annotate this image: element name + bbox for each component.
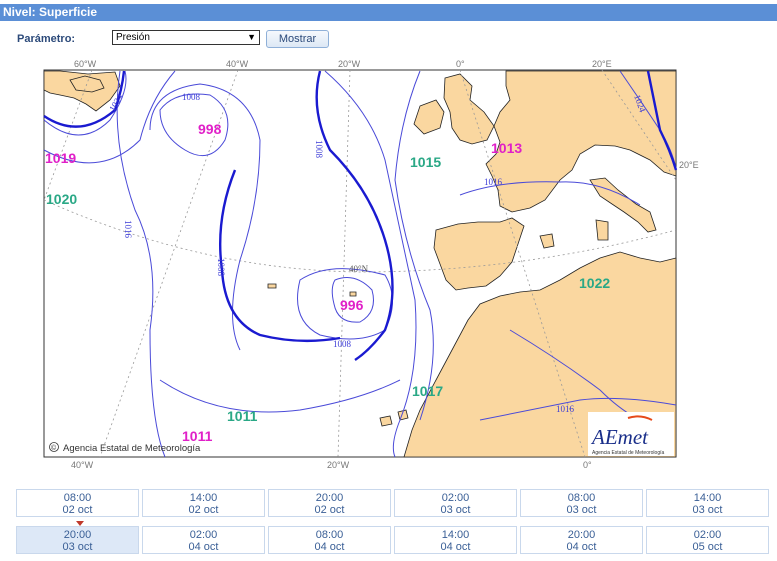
- parameter-label: Parámetro:: [17, 33, 76, 45]
- pressure-center: 1022: [579, 275, 610, 291]
- show-button[interactable]: Mostrar: [266, 30, 329, 48]
- time-cell[interactable]: 02:00 04 oct: [142, 526, 265, 554]
- lon-label: 0°: [583, 460, 592, 470]
- time-cell-date: 02 oct: [62, 504, 93, 516]
- parameter-select[interactable]: Presión ▼: [112, 30, 260, 45]
- time-cell-date: 02 oct: [314, 504, 345, 516]
- time-cell[interactable]: 20:00 04 oct: [520, 526, 643, 554]
- time-cell[interactable]: 08:00 04 oct: [268, 526, 391, 554]
- isobar-label: 1016: [556, 404, 575, 414]
- time-cell-date: 04 oct: [440, 541, 471, 553]
- time-cell-time: 08:00: [315, 529, 344, 541]
- lon-label: 20°W: [338, 59, 361, 69]
- selected-marker-icon: [76, 521, 84, 526]
- lon-label: 20°W: [327, 460, 350, 470]
- page: Nivel: Superficie Parámetro: Presión ▼ M…: [0, 0, 777, 561]
- time-cell-date: 05 oct: [692, 541, 723, 553]
- time-cell[interactable]: 14:00 03 oct: [646, 489, 769, 517]
- isobar-label: 1008: [182, 92, 201, 102]
- lon-label: 20°E: [592, 59, 612, 69]
- time-cell[interactable]: 14:00 04 oct: [394, 526, 517, 554]
- lat-label-right: 20°E: [679, 160, 699, 170]
- isobar-label: 1008: [314, 140, 324, 159]
- time-cell-date: 03 oct: [692, 504, 723, 516]
- lon-label: 60°W: [74, 59, 97, 69]
- time-cell-time: 08:00: [63, 492, 92, 504]
- time-cell[interactable]: 08:00 02 oct: [16, 489, 139, 517]
- time-cell-time: 14:00: [441, 529, 470, 541]
- isobar-label: 1008: [216, 258, 226, 277]
- pressure-map: 1008 1008 1008 1008 1016 1016 1016 1024 …: [0, 56, 777, 476]
- lon-labels-top: 60°W 40°W 20°W 0° 20°E: [74, 59, 612, 69]
- copyright-text: Agencia Estatal de Meteorología: [63, 443, 201, 454]
- time-cell-time: 08:00: [567, 492, 596, 504]
- time-cell-date: 02 oct: [188, 504, 219, 516]
- time-cell-time: 02:00: [693, 529, 722, 541]
- time-cell[interactable]: 02:00 05 oct: [646, 526, 769, 554]
- time-cell-selected[interactable]: 20:00 03 oct: [16, 521, 139, 554]
- pressure-center: 998: [198, 121, 222, 137]
- copyright-symbol: ©: [51, 444, 57, 452]
- pressure-center: 1019: [45, 150, 76, 166]
- time-cell[interactable]: 20:00 02 oct: [268, 489, 391, 517]
- pressure-center: 1020: [46, 191, 77, 207]
- pressure-center: 1015: [410, 154, 441, 170]
- time-cell-time: 20:00: [315, 492, 344, 504]
- land-sardinia: [595, 219, 609, 241]
- time-cell[interactable]: 08:00 03 oct: [520, 489, 643, 517]
- lon-label: 40°W: [71, 460, 94, 470]
- land-canary-1: [379, 415, 393, 427]
- isobar-label: 1016: [123, 220, 133, 239]
- time-row-2: 20:00 03 oct 02:00 04 oct 08:00 04 oct 1…: [16, 521, 769, 554]
- aemet-logo: AEmet Agencia Estatal de Meteorología: [588, 412, 674, 456]
- lon-label: 40°W: [226, 59, 249, 69]
- parameter-row: Parámetro: Presión ▼ Mostrar: [0, 29, 777, 51]
- time-row-1: 08:00 02 oct 14:00 02 oct 20:00 02 oct 0…: [16, 489, 769, 517]
- logo-subtitle: Agencia Estatal de Meteorología: [592, 450, 664, 456]
- time-cell-date: 03 oct: [440, 504, 471, 516]
- lat-label: 40°N: [349, 264, 369, 274]
- map-svg: 1008 1008 1008 1008 1016 1016 1016 1024 …: [43, 59, 699, 470]
- logo-text: AEmet: [590, 425, 649, 449]
- time-cell-date: 03 oct: [62, 541, 93, 553]
- time-cell-time: 14:00: [693, 492, 722, 504]
- dropdown-arrow-icon: ▼: [247, 32, 256, 42]
- land-azores: [267, 283, 277, 289]
- time-cell-date: 04 oct: [188, 541, 219, 553]
- pressure-center: 1017: [412, 383, 443, 399]
- time-cell[interactable]: 14:00 02 oct: [142, 489, 265, 517]
- isobar-label: 1008: [333, 339, 352, 349]
- time-cell-date: 03 oct: [566, 504, 597, 516]
- level-title: Nivel: Superficie: [0, 4, 777, 21]
- land-madeira: [349, 291, 357, 297]
- time-cell-date: 04 oct: [314, 541, 345, 553]
- isobar-label: 1016: [484, 177, 503, 187]
- pressure-center: 1013: [491, 140, 522, 156]
- pressure-center: 996: [340, 297, 364, 313]
- pressure-center: 1011: [227, 408, 258, 424]
- lon-labels-bottom: 40°W 20°W 0°: [71, 460, 592, 470]
- time-cell-date: 04 oct: [566, 541, 597, 553]
- parameter-select-value: Presión: [116, 32, 150, 43]
- time-cell-time: 20:00: [63, 529, 92, 541]
- time-cell-time: 20:00: [567, 529, 596, 541]
- time-cell-time: 02:00: [441, 492, 470, 504]
- time-cell[interactable]: 02:00 03 oct: [394, 489, 517, 517]
- time-cell-time: 14:00: [189, 492, 218, 504]
- pressure-center: 1011: [182, 428, 213, 444]
- lon-label: 0°: [456, 59, 465, 69]
- time-cell-time: 02:00: [189, 529, 218, 541]
